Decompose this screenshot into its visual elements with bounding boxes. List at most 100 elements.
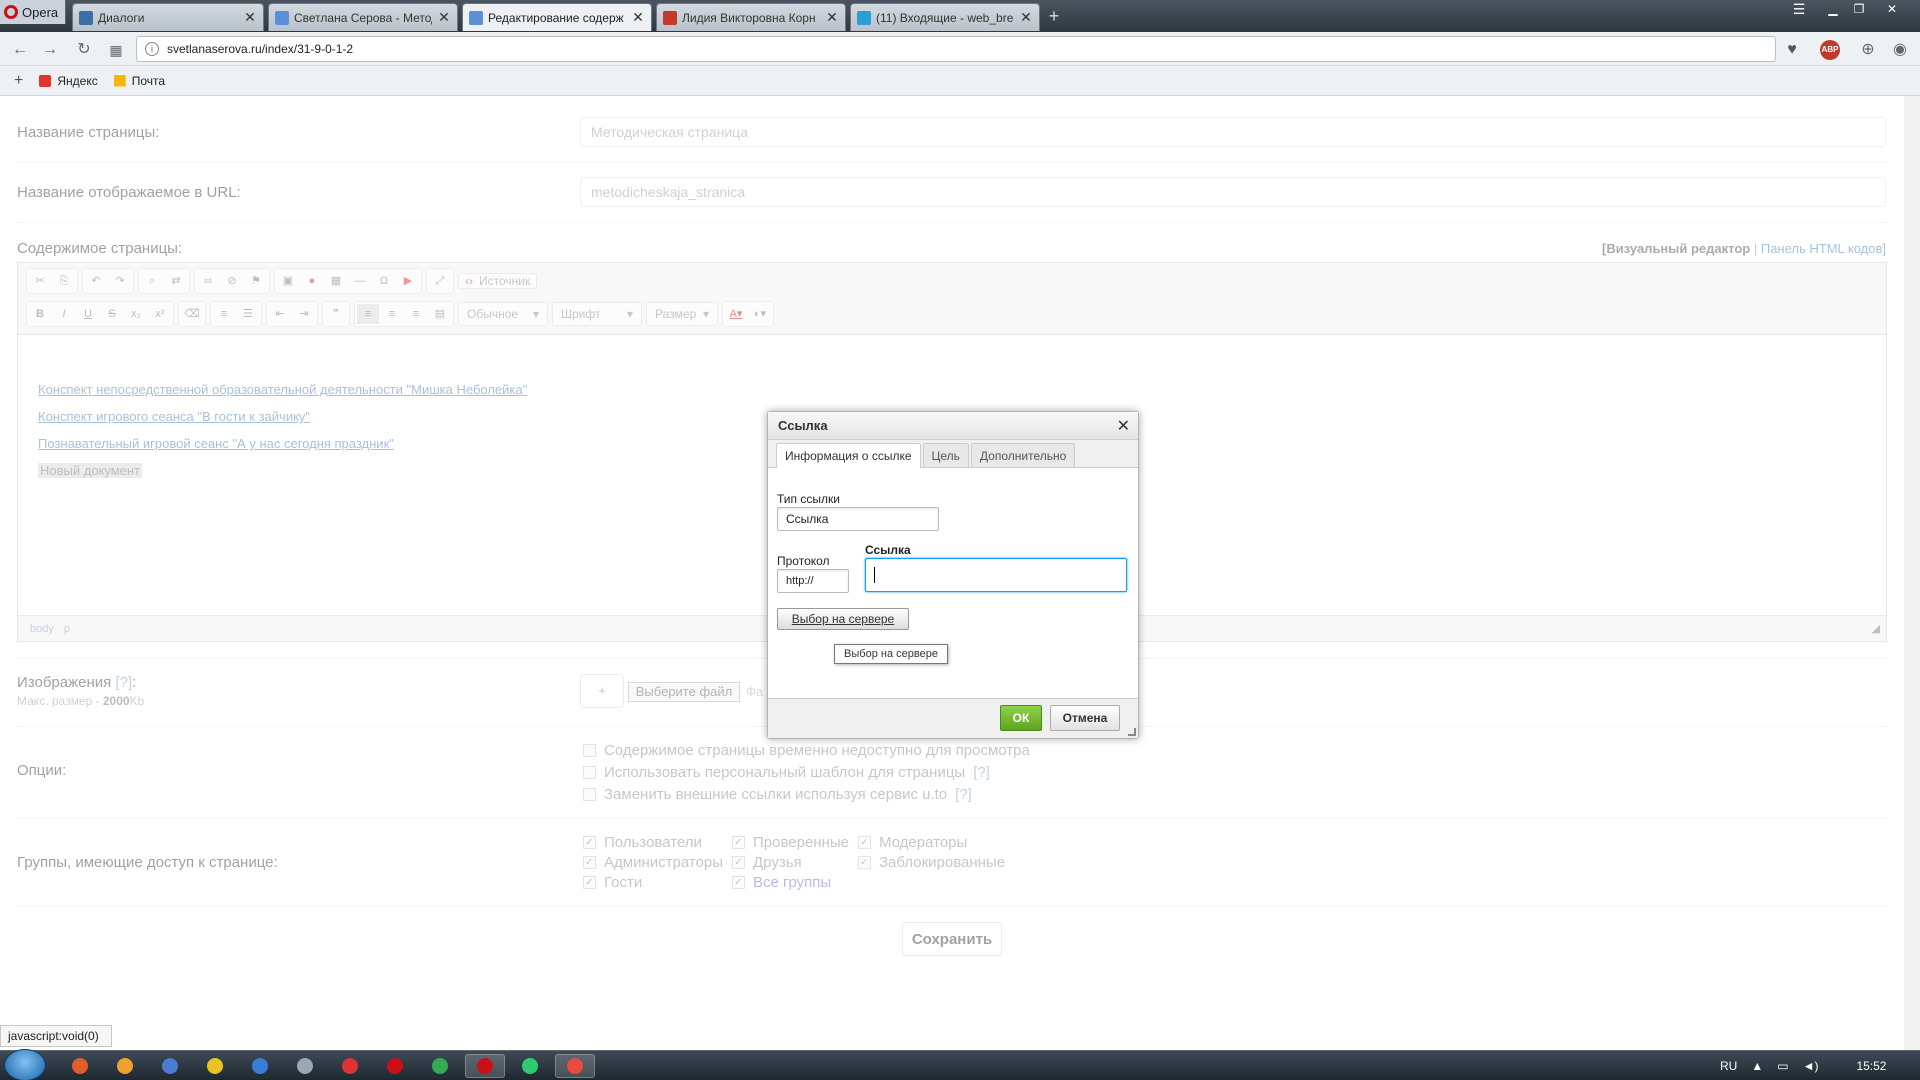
speed-dial-button[interactable]: ▦ (106, 40, 126, 60)
dialog-resize-handle[interactable] (1128, 728, 1136, 736)
app-icon-6 (297, 1058, 313, 1074)
start-button[interactable] (4, 1049, 46, 1080)
tab-title: Светлана Серова - Метод (294, 10, 432, 25)
tab-close-icon[interactable]: ✕ (243, 9, 257, 26)
taskbar-app[interactable] (240, 1054, 280, 1078)
download-icon[interactable]: ⊕ (1858, 40, 1878, 60)
network-icon[interactable]: ▭ (1777, 1059, 1788, 1073)
tab-favicon-icon (663, 10, 677, 25)
taskbar-app[interactable] (285, 1054, 325, 1078)
bookmarks-bar: + Яндекс Почта (0, 66, 1920, 96)
url-input[interactable] (865, 558, 1127, 592)
taskbar-app[interactable] (420, 1054, 460, 1078)
dialog-footer: ОК Отмена (768, 698, 1138, 738)
browser-tab[interactable]: Редактирование содерж ✕ (462, 3, 652, 31)
taskbar-app[interactable] (555, 1054, 595, 1078)
reload-button[interactable]: ↻ (74, 40, 94, 60)
tab-close-icon[interactable]: ✕ (825, 9, 839, 26)
opera-menu-button[interactable]: Opera (0, 0, 66, 24)
taskbar-app[interactable] (195, 1054, 235, 1078)
text-cursor (874, 567, 875, 583)
tab-link-info[interactable]: Информация о ссылке (776, 443, 921, 468)
browser-tab[interactable]: Лидия Викторовна Корн ✕ (656, 3, 846, 31)
tab-close-icon[interactable]: ✕ (631, 9, 645, 26)
page-scrollbar[interactable] (1904, 96, 1920, 1050)
taskbar-app[interactable] (105, 1054, 145, 1078)
forward-button[interactable]: → (40, 40, 60, 60)
app-icon-12 (567, 1058, 583, 1074)
restore-button[interactable]: ❐ (1846, 0, 1872, 18)
add-bookmark-icon[interactable]: + (14, 72, 23, 90)
app-icon-3 (162, 1058, 178, 1074)
address-toolbar: ← → ↻ ▦ i svetlanaserova.ru/index/31-9-0… (0, 32, 1920, 66)
ok-button[interactable]: ОК (1000, 705, 1042, 731)
link-type-label: Тип ссылки (777, 492, 840, 506)
app-icon-11 (522, 1058, 538, 1074)
app-icon-1 (72, 1058, 88, 1074)
protocol-select[interactable]: http:// (777, 569, 849, 593)
bookmark-yandex[interactable]: Яндекс (39, 73, 98, 88)
app-icon-4 (207, 1058, 223, 1074)
tab-title: Лидия Викторовна Корн (682, 10, 816, 25)
tab-title: Редактирование содерж (488, 10, 624, 25)
dialog-title: Ссылка (778, 418, 828, 433)
link-type-select[interactable]: Ссылка (777, 507, 939, 531)
dialog-tabs: Информация о ссылке Цель Дополнительно (768, 440, 1138, 468)
cancel-button[interactable]: Отмена (1050, 705, 1120, 731)
heart-icon[interactable]: ♥ (1782, 40, 1802, 60)
account-icon[interactable]: ◉ (1890, 40, 1910, 60)
taskbar-app[interactable] (150, 1054, 190, 1078)
yandex-icon (39, 74, 52, 87)
taskbar-app[interactable] (510, 1054, 550, 1078)
tab-advanced[interactable]: Дополнительно (970, 443, 1076, 467)
app-icon-8 (387, 1058, 403, 1074)
language-indicator[interactable]: RU (1720, 1059, 1737, 1073)
tab-close-icon[interactable]: ✕ (437, 9, 451, 26)
tab-title: Диалоги (98, 10, 145, 25)
opera-logo-icon (4, 5, 18, 19)
browse-server-tooltip: Выбор на сервере (834, 644, 948, 664)
tab-favicon-icon (469, 10, 483, 25)
taskbar-app[interactable] (375, 1054, 415, 1078)
address-url: svetlanaserova.ru/index/31-9-0-1-2 (167, 42, 354, 56)
bookmark-label: Яндекс (57, 73, 98, 88)
volume-icon[interactable]: ◄) (1803, 1059, 1819, 1073)
tab-favicon-icon (79, 10, 93, 25)
site-info-icon[interactable]: i (145, 42, 159, 56)
url-label: Ссылка (865, 543, 911, 557)
tab-close-icon[interactable]: ✕ (1019, 9, 1033, 26)
tray-expand-icon[interactable]: ▲ (1751, 1059, 1763, 1073)
adblock-icon[interactable]: ABP (1820, 40, 1840, 60)
bookmark-mail[interactable]: Почта (113, 74, 165, 88)
tab-favicon-icon (275, 10, 289, 25)
address-bar[interactable]: i svetlanaserova.ru/index/31-9-0-1-2 (136, 36, 1776, 62)
browser-tab[interactable]: (11) Входящие - web_bre ✕ (850, 3, 1040, 31)
browse-server-button[interactable]: Выбор на сервере (777, 608, 909, 630)
tab-target[interactable]: Цель (922, 443, 969, 467)
app-icon-7 (342, 1058, 358, 1074)
tab-menu-icon[interactable]: ☰ (1786, 0, 1812, 18)
browser-tab[interactable]: Диалоги ✕ (72, 3, 264, 31)
app-icon-5 (252, 1058, 268, 1074)
tab-strip: Opera Диалоги ✕ Светлана Серова - Метод ✕ Ре… (0, 0, 1920, 32)
taskbar-app[interactable] (465, 1054, 505, 1078)
app-icon-9 (432, 1058, 448, 1074)
taskbar-app[interactable] (330, 1054, 370, 1078)
browser-tab[interactable]: Светлана Серова - Метод ✕ (268, 3, 458, 31)
clock[interactable]: 15:52 (1856, 1059, 1886, 1073)
opera-menu-label: Opera (22, 4, 59, 20)
protocol-label: Протокол (777, 554, 830, 568)
tab-favicon-icon (857, 10, 871, 25)
minimize-button[interactable]: ▁ (1820, 0, 1846, 18)
new-tab-button[interactable]: + (1044, 6, 1064, 27)
window-close-button[interactable]: ✕ (1872, 0, 1912, 18)
windows-taskbar: RU ▲ ▭ ◄) 15:52 (0, 1049, 1920, 1080)
back-button[interactable]: ← (10, 40, 30, 60)
dialog-header[interactable]: Ссылка (768, 412, 1138, 440)
tab-title: (11) Входящие - web_bre (876, 10, 1014, 25)
taskbar-app[interactable] (60, 1054, 100, 1078)
dialog-close-icon[interactable]: ✕ (1117, 416, 1130, 436)
mail-icon (113, 74, 126, 87)
link-dialog: Ссылка ✕ Информация о ссылке Цель Дополн… (767, 411, 1139, 739)
app-icon-2 (117, 1058, 133, 1074)
